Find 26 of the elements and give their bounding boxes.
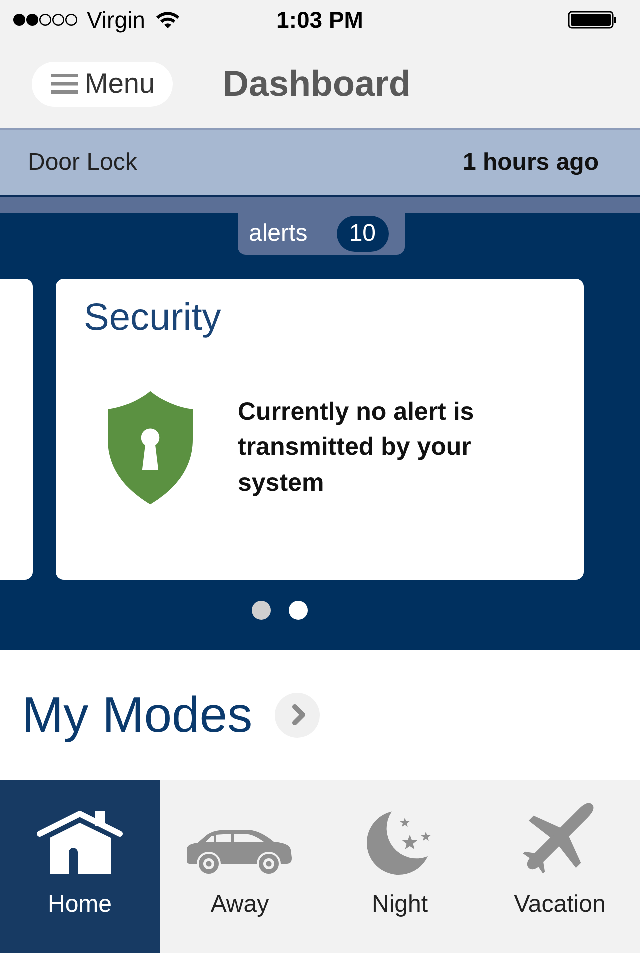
- status-time: 1:03 PM: [276, 6, 364, 34]
- mode-tab[interactable]: Home: [0, 780, 160, 953]
- notification-device: Door Lock: [28, 148, 138, 176]
- mode-tab[interactable]: Night: [320, 780, 480, 953]
- notification-time: 1 hours ago: [462, 148, 599, 176]
- shield-lock-icon: [108, 391, 193, 505]
- pager-dot[interactable]: [252, 601, 271, 620]
- menu-icon: [51, 74, 78, 94]
- carrier-name: Virgin: [87, 6, 146, 34]
- wifi-icon: [156, 11, 180, 29]
- car-icon: [185, 828, 295, 876]
- moon-stars-icon: [367, 810, 433, 876]
- card-title: Security: [84, 296, 222, 341]
- card-message: Currently no alert is transmitted by your system: [238, 396, 476, 499]
- alerts-tab[interactable]: alerts 10: [238, 213, 405, 255]
- battery-icon: [568, 11, 617, 29]
- menu-button[interactable]: Menu: [32, 62, 173, 106]
- chevron-right-icon: [292, 704, 306, 726]
- house-icon: [36, 808, 124, 876]
- signal-strength-icon: [13, 13, 79, 27]
- mode-tab[interactable]: Vacation: [480, 780, 640, 953]
- page-title: Dashboard: [223, 63, 412, 105]
- alerts-count-badge: 10: [336, 216, 389, 252]
- section-title: My Modes: [22, 686, 253, 744]
- mode-tab[interactable]: Away: [160, 780, 320, 953]
- pager-dot[interactable]: [289, 601, 308, 620]
